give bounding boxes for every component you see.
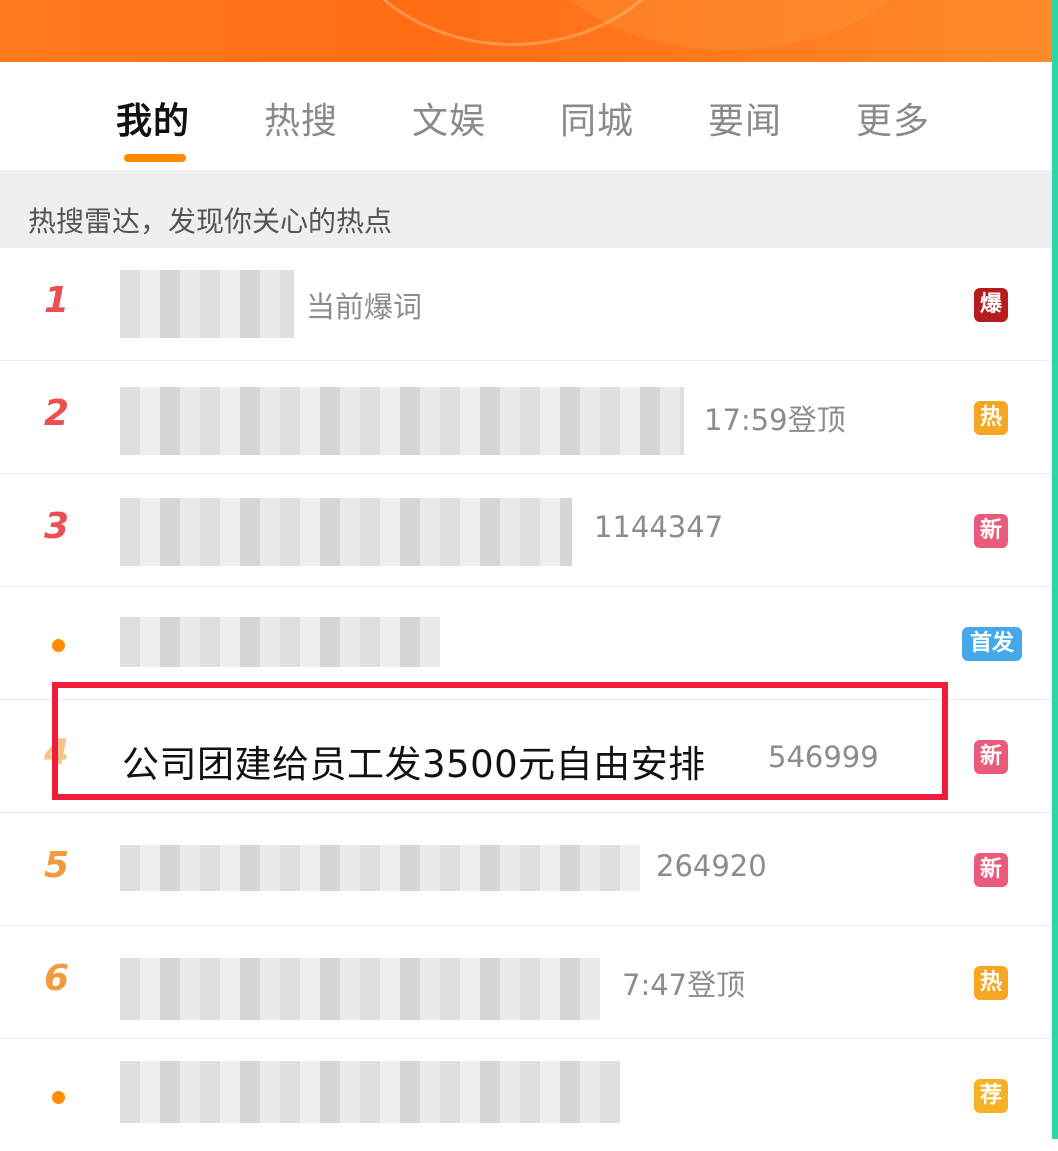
list-item[interactable]: 首发	[0, 587, 1052, 701]
tab-entertainment[interactable]: 文娱	[412, 92, 486, 144]
tag-badge: 爆	[974, 288, 1008, 322]
rank-number: 6	[44, 958, 70, 999]
blurred-title	[120, 617, 440, 667]
list-item[interactable]: 2 17:59登顶 热	[0, 361, 1052, 475]
blurred-title	[120, 387, 684, 455]
row-meta: 264920	[656, 849, 767, 883]
tag-badge: 首发	[962, 627, 1022, 661]
list-item[interactable]: 6 7:47登顶 热	[0, 926, 1052, 1040]
rank-number: 1	[44, 280, 70, 321]
tag-badge: 热	[974, 401, 1008, 435]
list-item[interactable]: 4 公司团建给员工发3500元自由安排 546999 新	[0, 700, 1052, 814]
tag-badge: 荐	[974, 1079, 1008, 1113]
radar-text: 热搜雷达，发现你关心的热点	[28, 205, 393, 238]
row-meta: 7:47登顶	[622, 968, 746, 1002]
tag-badge: 热	[974, 966, 1008, 1000]
rank-number: 2	[44, 393, 70, 434]
list-item[interactable]: 1 当前爆词 爆	[0, 248, 1052, 362]
tab-news[interactable]: 要闻	[708, 92, 782, 144]
rank-number: 4	[44, 732, 70, 773]
tab-local[interactable]: 同城	[560, 92, 634, 144]
tab-more[interactable]: 更多	[856, 92, 930, 144]
row-meta: 17:59登顶	[704, 403, 846, 437]
list-item[interactable]: 5 264920 新	[0, 813, 1052, 927]
row-meta: 546999	[768, 740, 879, 774]
tab-bar: 我的 热搜 文娱 同城 要闻 更多	[0, 62, 1052, 170]
rank-number: 5	[44, 845, 70, 886]
blurred-title	[120, 958, 600, 1020]
edge-strip	[1052, 0, 1058, 1139]
blurred-title	[120, 270, 294, 338]
row-meta: 当前爆词	[306, 290, 423, 324]
rank-number: 3	[44, 506, 70, 547]
row-meta: 1144347	[594, 510, 724, 544]
top-banner	[0, 0, 1052, 62]
list-item[interactable]: 3 1144347 新	[0, 474, 1052, 588]
list-item[interactable]: 荐	[0, 1039, 1052, 1151]
tab-mine[interactable]: 我的	[116, 92, 190, 144]
blurred-title	[120, 1061, 620, 1123]
tag-badge: 新	[974, 853, 1008, 887]
tab-hot-search[interactable]: 热搜	[264, 92, 338, 144]
active-tab-indicator	[124, 154, 186, 162]
blurred-title	[120, 845, 640, 891]
row-title: 公司团建给员工发3500元自由安排	[122, 743, 706, 786]
bullet-dot	[52, 639, 65, 652]
tag-badge: 新	[974, 514, 1008, 548]
bullet-dot	[52, 1091, 65, 1104]
radar-banner: 热搜雷达，发现你关心的热点	[0, 170, 1052, 248]
tag-badge: 新	[974, 740, 1008, 774]
blurred-title	[120, 498, 572, 566]
